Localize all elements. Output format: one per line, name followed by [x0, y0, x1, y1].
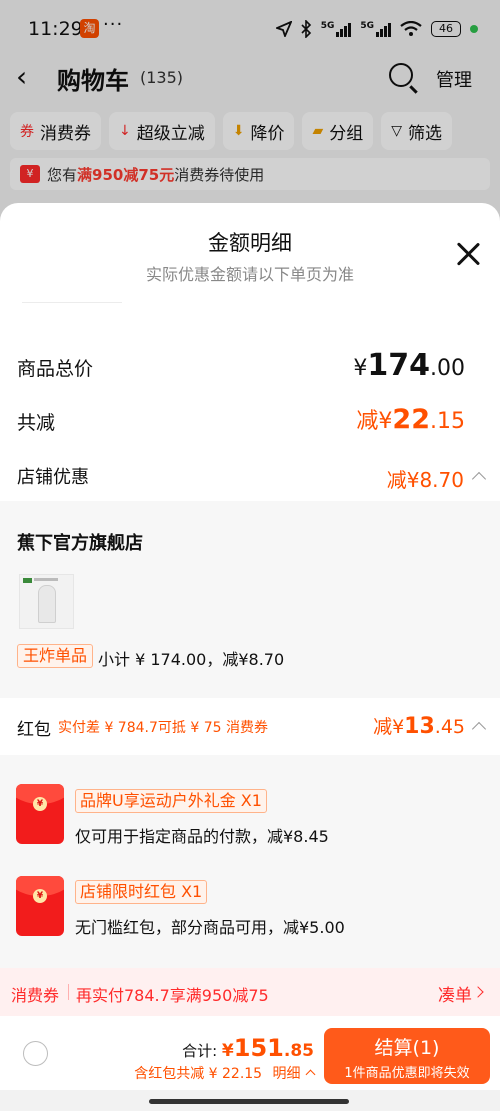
chevron-up-icon[interactable] — [471, 471, 487, 487]
chevron-up-icon[interactable] — [305, 1069, 316, 1080]
divider — [68, 984, 69, 1000]
total-reduce-value: 减¥22.15 — [356, 404, 465, 435]
hongbao-value[interactable]: 减¥13.45 — [373, 712, 465, 739]
hongbao-label: 红包 — [17, 720, 51, 740]
total-discount-detail[interactable]: 含红包共减 ¥ 22.15 明细 — [134, 1063, 316, 1083]
coupon-bar[interactable]: 消费券 再实付784.7享满950减75 凑单 — [0, 968, 500, 1016]
red-packet-tag: 店铺限时红包 X1 — [75, 880, 208, 904]
sheet-subtitle: 实际优惠金额请以下单页为准 — [145, 265, 354, 284]
red-packet-icon: ¥ — [16, 784, 64, 844]
home-indicator[interactable] — [149, 1099, 349, 1104]
total-reduce-label: 共减 — [17, 412, 56, 434]
detail-link[interactable]: 明细 — [273, 1066, 301, 1082]
chevron-up-icon[interactable] — [471, 721, 487, 737]
store-subtotal: 小计 ¥ 174.00，减¥8.70 — [98, 650, 285, 669]
add-items-link[interactable]: 凑单 — [438, 981, 472, 1006]
amount-detail-sheet: 金额明细 实际优惠金额请以下单页为准 商品总价 ¥174.00 共减 减¥22.… — [0, 203, 500, 1111]
coupon-bar-label: 消费券 — [11, 986, 60, 1005]
store-name: 蕉下官方旗舰店 — [17, 533, 143, 554]
chevron-right-icon[interactable] — [472, 986, 484, 998]
divider — [22, 302, 122, 303]
product-badge: 王炸单品 — [17, 644, 94, 668]
hongbao-note: 实付差 ¥ 784.7可抵 ¥ 75 消费券 — [58, 720, 268, 736]
shop-discount-label: 店铺优惠 — [17, 467, 89, 488]
select-all-checkbox[interactable] — [23, 1041, 48, 1066]
red-packet-icon: ¥ — [16, 876, 64, 936]
sheet-title: 金额明细 — [208, 231, 292, 255]
product-thumbnail — [19, 574, 74, 629]
total-amount: 合计: ¥151.85 — [182, 1034, 314, 1062]
close-icon[interactable] — [455, 241, 481, 267]
total-price-label: 商品总价 — [17, 358, 94, 380]
coupon-bar-text: 再实付784.7享满950减75 — [76, 986, 269, 1005]
checkout-button[interactable]: 结算(1) 1件商品优惠即将失效 — [324, 1028, 490, 1084]
total-price-value: ¥174.00 — [353, 348, 465, 383]
red-packet-desc: 无门槛红包，部分商品可用，减¥5.00 — [75, 918, 345, 937]
red-packet-tag: 品牌U享运动户外礼金 X1 — [75, 789, 267, 813]
red-packet-desc: 仅可用于指定商品的付款，减¥8.45 — [75, 827, 329, 846]
shop-discount-value[interactable]: 减¥8.70 — [387, 464, 464, 493]
